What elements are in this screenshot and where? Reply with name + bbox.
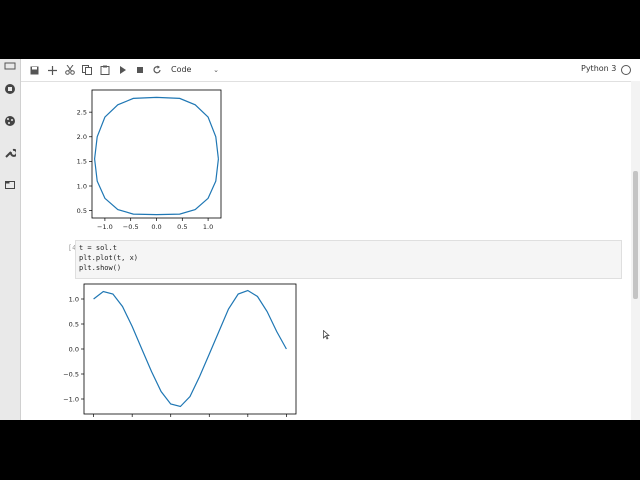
y-tick-label: 2.0 bbox=[77, 133, 87, 141]
timeseries-plot-chart: 0 2 4 6 8 10 1.0 0.5 0.0 −0.5 −1.0 bbox=[63, 283, 297, 420]
restart-icon[interactable] bbox=[150, 63, 164, 77]
copy-icon[interactable] bbox=[80, 63, 94, 77]
x-tick-label: 0.5 bbox=[177, 223, 187, 231]
notebook-toolbar: Code ⌄ Python 3 bbox=[21, 59, 640, 82]
scrollbar-thumb[interactable] bbox=[633, 171, 638, 299]
add-icon[interactable] bbox=[45, 63, 59, 77]
run-icon[interactable] bbox=[116, 63, 130, 77]
code-line: plt.plot(t, x) bbox=[79, 254, 139, 262]
y-tick-label: 0.0 bbox=[69, 345, 79, 353]
x-tick-label: −0.5 bbox=[123, 223, 139, 231]
code-cell-input[interactable]: t = sol.t plt.plot(t, x) plt.show() bbox=[75, 240, 622, 279]
mouse-cursor-icon bbox=[323, 325, 331, 344]
x-tick-label: 2 bbox=[130, 419, 134, 420]
cut-icon[interactable] bbox=[63, 63, 77, 77]
chevron-down-icon: ⌄ bbox=[213, 66, 219, 74]
code-line: plt.show() bbox=[79, 264, 122, 272]
y-tick-label: 0.5 bbox=[69, 320, 79, 328]
x-tick-label: 6 bbox=[207, 419, 211, 420]
x-tick-label: 4 bbox=[169, 419, 173, 420]
y-tick-label: −1.0 bbox=[63, 395, 79, 403]
x-tick-label: 0.0 bbox=[151, 223, 161, 231]
x-tick-label: 0 bbox=[92, 419, 96, 420]
kernel-status-icon bbox=[621, 65, 631, 75]
x-tick-label: −1.0 bbox=[97, 223, 113, 231]
plot-axes-frame bbox=[83, 283, 297, 415]
vertical-scrollbar[interactable] bbox=[631, 81, 640, 420]
folder-icon[interactable] bbox=[3, 59, 17, 73]
jupyterlab-window: Code ⌄ Python 3 −1.0 −0.5 0.0 0.5 1.0 0.5 1.0… bbox=[0, 59, 640, 420]
y-tick-label: 0.5 bbox=[77, 207, 87, 215]
wrench-icon[interactable] bbox=[3, 146, 17, 160]
y-tick-label: 2.5 bbox=[77, 108, 87, 116]
tabs-icon[interactable] bbox=[3, 178, 17, 192]
cell-type-select[interactable]: Code ⌄ bbox=[171, 63, 221, 77]
kernel-name[interactable]: Python 3 bbox=[581, 64, 616, 73]
x-tick-label: 8 bbox=[246, 419, 250, 420]
y-tick-label: 1.0 bbox=[69, 295, 79, 303]
cell-type-value: Code bbox=[171, 65, 192, 74]
phase-plot-chart: −1.0 −0.5 0.0 0.5 1.0 0.5 1.0 1.5 2.0 2.5 bbox=[77, 89, 222, 231]
running-icon[interactable] bbox=[3, 82, 17, 96]
save-icon[interactable] bbox=[27, 63, 41, 77]
left-sidebar bbox=[0, 59, 21, 420]
paste-icon[interactable] bbox=[98, 63, 112, 77]
y-tick-label: 1.5 bbox=[77, 158, 87, 166]
stop-icon[interactable] bbox=[133, 63, 147, 77]
plot-axes-frame bbox=[91, 89, 222, 219]
y-tick-label: −0.5 bbox=[63, 370, 79, 378]
code-line: t = sol.t bbox=[79, 244, 117, 252]
x-tick-label: 1.0 bbox=[203, 223, 213, 231]
notebook-panel: Code ⌄ Python 3 −1.0 −0.5 0.0 0.5 1.0 0.5 1.0… bbox=[21, 59, 640, 420]
palette-icon[interactable] bbox=[3, 114, 17, 128]
y-tick-label: 1.0 bbox=[77, 182, 87, 190]
x-tick-label: 10 bbox=[282, 419, 290, 420]
